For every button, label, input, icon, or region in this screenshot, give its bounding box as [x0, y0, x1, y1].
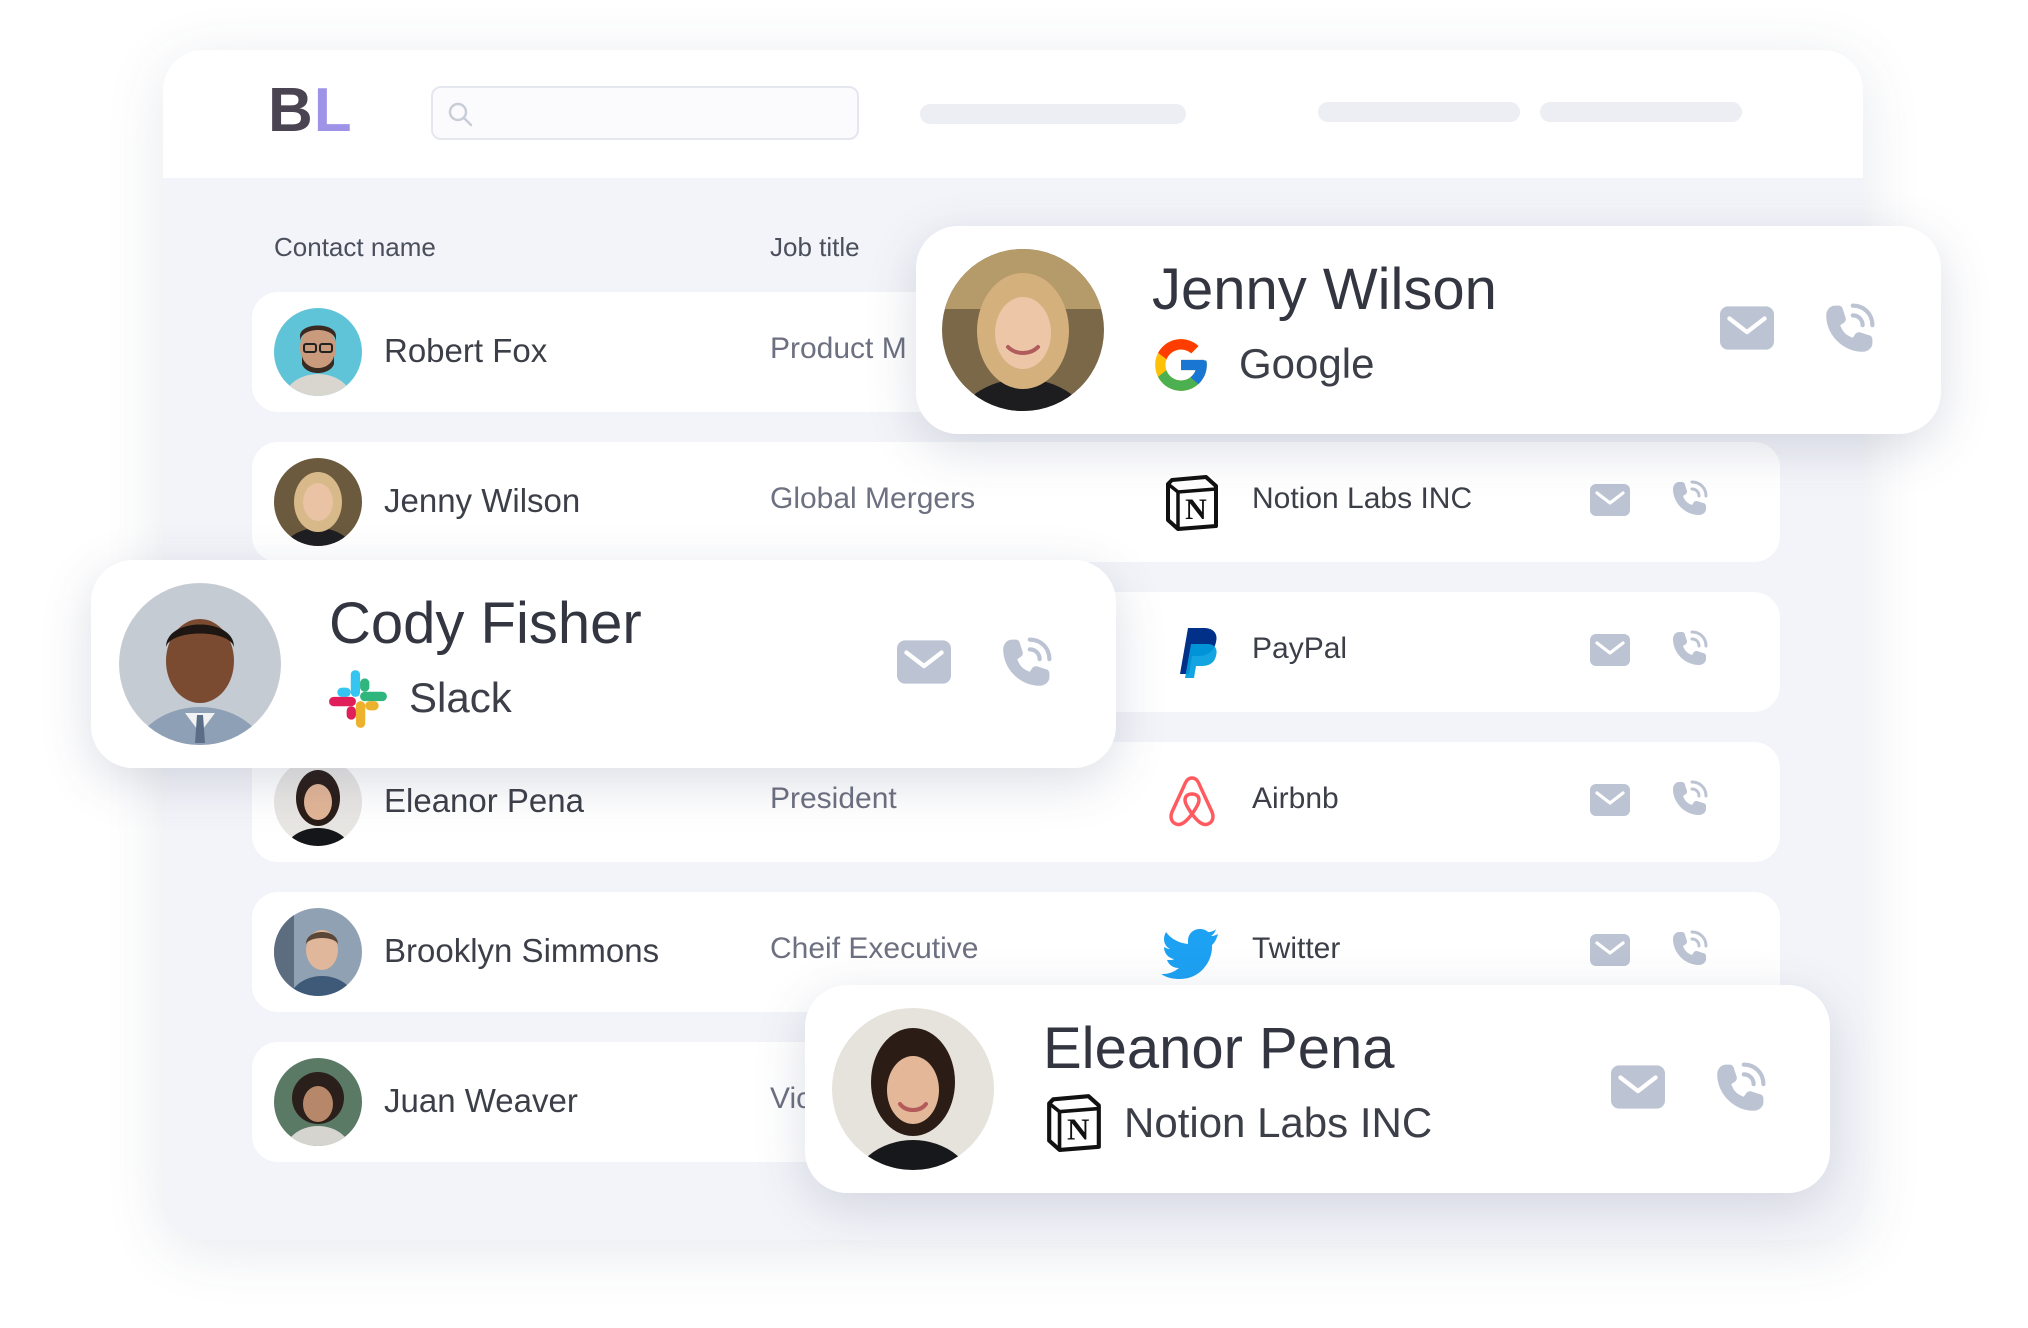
- card-contact-name[interactable]: Cody Fisher: [329, 590, 642, 657]
- mail-icon[interactable]: [1720, 306, 1774, 350]
- company-name: PayPal: [1252, 632, 1348, 665]
- card-company-name: Slack: [409, 674, 512, 721]
- nav-placeholder-3[interactable]: [1540, 102, 1742, 122]
- mail-icon[interactable]: [1590, 634, 1630, 666]
- job-title: Global Mergers: [770, 482, 976, 515]
- job-title: President: [770, 782, 897, 815]
- phone-icon[interactable]: [999, 634, 1055, 690]
- avatar: [274, 308, 362, 396]
- nav-placeholder-2[interactable]: [1318, 102, 1520, 122]
- notion-icon: [1043, 1091, 1105, 1153]
- company-name: Twitter: [1252, 932, 1341, 965]
- google-icon: [1150, 334, 1212, 396]
- company-name: Airbnb: [1252, 782, 1339, 815]
- avatar: [119, 583, 281, 745]
- contact-name[interactable]: Eleanor Pena: [384, 782, 584, 820]
- card-company-name: Notion Labs INC: [1124, 1099, 1433, 1146]
- contact-card-cody-fisher[interactable]: Cody Fisher Slack: [91, 560, 1116, 768]
- avatar: [274, 458, 362, 546]
- nav-placeholder-1[interactable]: [920, 104, 1186, 124]
- contact-name[interactable]: Jenny Wilson: [384, 482, 580, 520]
- company-name: Notion Labs INC: [1252, 482, 1473, 515]
- phone-icon[interactable]: [1822, 300, 1878, 356]
- logo-letter-l: L: [313, 76, 353, 145]
- mail-icon[interactable]: [897, 640, 951, 684]
- notion-icon: [1162, 472, 1222, 532]
- column-header-job-title[interactable]: Job title: [770, 232, 860, 263]
- avatar: [274, 1058, 362, 1146]
- phone-icon[interactable]: [1670, 628, 1710, 668]
- slack-icon: [327, 668, 389, 730]
- mail-icon[interactable]: [1590, 484, 1630, 516]
- twitter-icon: [1162, 922, 1222, 982]
- card-company-name: Google: [1239, 340, 1375, 387]
- phone-icon[interactable]: [1670, 778, 1710, 818]
- phone-icon[interactable]: [1670, 478, 1710, 518]
- logo-letter-b: B: [268, 76, 314, 145]
- phone-icon[interactable]: [1713, 1059, 1769, 1115]
- contact-name[interactable]: Juan Weaver: [384, 1082, 578, 1120]
- column-header-contact-name[interactable]: Contact name: [274, 232, 436, 263]
- phone-icon[interactable]: [1670, 928, 1710, 968]
- contact-name[interactable]: Brooklyn Simmons: [384, 932, 659, 970]
- paypal-icon: [1162, 622, 1222, 682]
- mail-icon[interactable]: [1590, 934, 1630, 966]
- contact-card-jenny-wilson[interactable]: Jenny Wilson Google: [916, 226, 1941, 434]
- mail-icon[interactable]: [1611, 1065, 1665, 1109]
- airbnb-icon: [1162, 772, 1222, 832]
- avatar: [942, 249, 1104, 411]
- card-contact-name[interactable]: Jenny Wilson: [1152, 256, 1497, 323]
- avatar: [832, 1008, 994, 1170]
- search-icon: [448, 102, 473, 127]
- contact-name[interactable]: Robert Fox: [384, 332, 547, 370]
- top-bar: BL: [163, 50, 1863, 178]
- job-title: Cheif Executive: [770, 932, 979, 965]
- avatar: [274, 908, 362, 996]
- app-logo[interactable]: BL: [268, 80, 353, 142]
- avatar: [274, 758, 362, 846]
- job-title: Product M: [770, 332, 907, 365]
- card-contact-name[interactable]: Eleanor Pena: [1043, 1015, 1394, 1082]
- search-input[interactable]: [431, 86, 859, 140]
- mail-icon[interactable]: [1590, 784, 1630, 816]
- contact-card-eleanor-pena[interactable]: Eleanor Pena Notion Labs INC: [805, 985, 1830, 1193]
- table-row[interactable]: Jenny Wilson Global Mergers Notion Labs …: [252, 442, 1780, 562]
